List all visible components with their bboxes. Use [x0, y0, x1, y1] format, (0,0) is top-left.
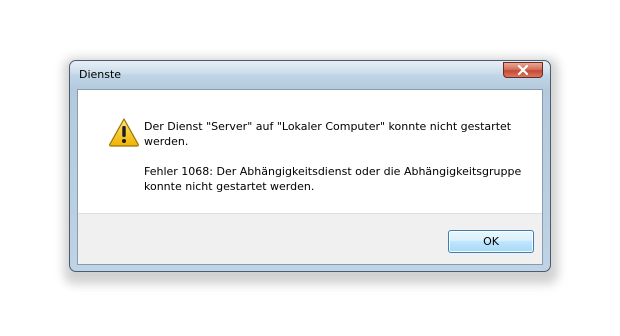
screen: Dienste Der Dienst "Server" auf "Lokaler…	[0, 0, 620, 336]
close-button[interactable]	[503, 62, 543, 78]
dialog-window: Dienste Der Dienst "Server" auf "Lokaler…	[69, 60, 551, 272]
dialog-body: Der Dienst "Server" auf "Lokaler Compute…	[77, 89, 543, 265]
ok-button[interactable]: OK	[448, 230, 534, 253]
error-detail: Fehler 1068: Der Abhängigkeitsdienst ode…	[144, 165, 522, 193]
warning-icon	[108, 117, 140, 147]
message-area: Der Dienst "Server" auf "Lokaler Compute…	[78, 90, 542, 213]
window-title: Dienste	[79, 68, 122, 81]
button-bar: OK	[78, 213, 542, 264]
error-message: Der Dienst "Server" auf "Lokaler Compute…	[144, 120, 512, 148]
title-bar[interactable]: Dienste	[70, 61, 550, 89]
close-icon	[517, 65, 529, 75]
